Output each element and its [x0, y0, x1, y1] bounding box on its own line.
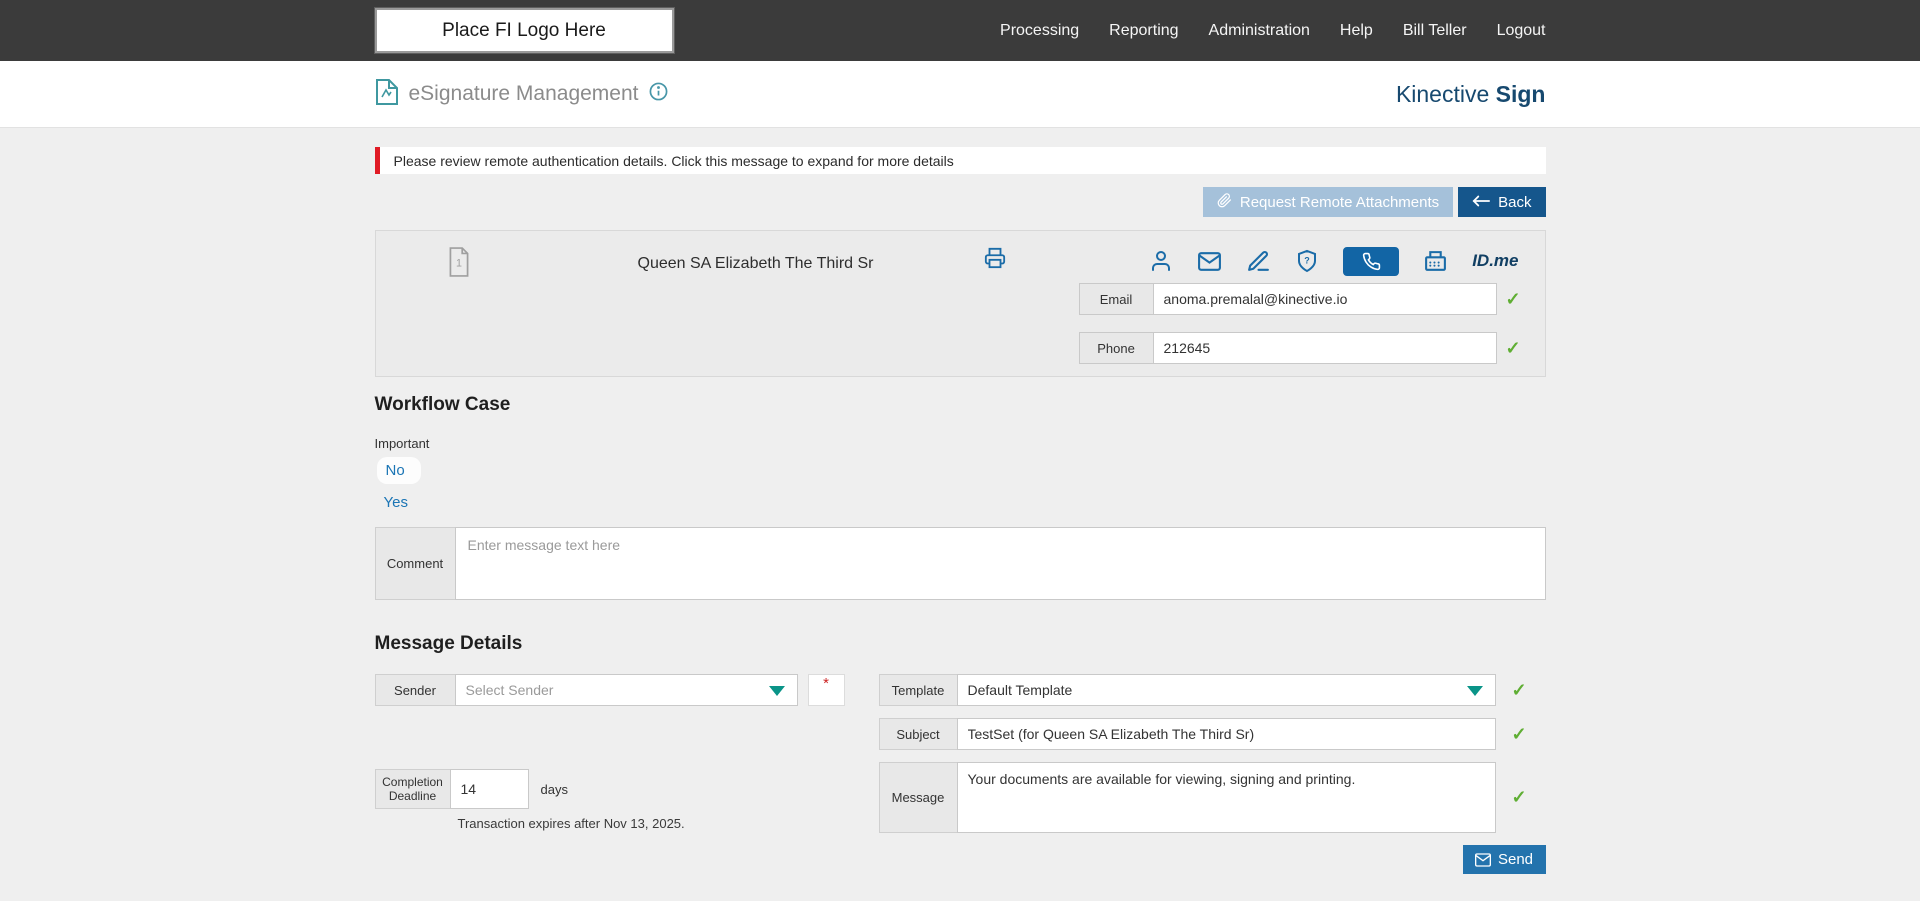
printer-icon[interactable] — [984, 247, 1006, 274]
paperclip-icon — [1217, 193, 1232, 212]
fi-logo-placeholder: Place FI Logo Here — [375, 8, 674, 53]
brand-bold: Sign — [1496, 81, 1546, 107]
request-remote-attachments-label: Request Remote Attachments — [1240, 194, 1439, 211]
info-icon[interactable] — [649, 82, 668, 106]
days-label: days — [541, 782, 568, 797]
comment-textarea[interactable] — [455, 527, 1546, 600]
template-row: Template Default Template ✓ — [879, 674, 1527, 706]
message-label: Message — [879, 762, 958, 833]
phone-valid-check-icon: ✓ — [1506, 332, 1521, 364]
svg-text:1: 1 — [456, 257, 462, 269]
phone-label: Phone — [1079, 332, 1154, 364]
idme-logo-light: me — [1494, 251, 1519, 271]
workflow-case-heading: Workflow Case — [375, 394, 1546, 416]
subject-row: Subject ✓ — [879, 718, 1527, 750]
message-details-heading: Message Details — [375, 633, 1546, 655]
template-select-value: Default Template — [968, 682, 1073, 698]
send-button-label: Send — [1498, 851, 1533, 868]
subject-input[interactable] — [957, 718, 1496, 750]
document-icon[interactable]: 1 — [446, 247, 472, 282]
important-option-yes[interactable]: Yes — [384, 494, 414, 511]
back-button[interactable]: Back — [1458, 187, 1545, 217]
message-valid-check-icon: ✓ — [1512, 787, 1527, 808]
important-option-no[interactable]: No — [377, 457, 421, 484]
idme-logo-bold: ID. — [1472, 251, 1494, 271]
delivery-channel-row: ? ID.me — [1149, 245, 1518, 277]
brand-logo: Kinective Sign — [1396, 81, 1546, 108]
fi-logo-text: Place FI Logo Here — [442, 20, 606, 42]
signature-icon[interactable] — [1246, 249, 1271, 274]
top-bar: Place FI Logo Here Processing Reporting … — [0, 0, 1920, 61]
nav-item-processing[interactable]: Processing — [1000, 22, 1079, 40]
security-question-icon[interactable]: ? — [1295, 249, 1319, 273]
back-button-label: Back — [1498, 194, 1531, 211]
email-channel-icon[interactable] — [1197, 249, 1222, 274]
send-button[interactable]: Send — [1463, 845, 1546, 874]
email-label: Email — [1079, 283, 1154, 315]
review-authentication-notification[interactable]: Please review remote authentication deta… — [375, 147, 1546, 174]
required-asterisk: * — [823, 679, 829, 689]
important-label: Important — [375, 436, 1546, 451]
sender-select-value: Select Sender — [466, 682, 554, 698]
send-envelope-icon — [1475, 853, 1491, 867]
email-row: Email ✓ — [1079, 283, 1521, 315]
esignature-document-icon — [375, 79, 399, 110]
chevron-down-icon — [1467, 686, 1483, 696]
completion-deadline-input[interactable] — [450, 769, 529, 809]
nav-item-reporting[interactable]: Reporting — [1109, 22, 1178, 40]
nav-item-administration[interactable]: Administration — [1209, 22, 1310, 40]
recipient-panel: 1 Queen SA Elizabeth The Third Sr ? — [375, 230, 1546, 377]
subject-valid-check-icon: ✓ — [1512, 724, 1527, 745]
template-select[interactable]: Default Template — [957, 674, 1496, 706]
nav-item-help[interactable]: Help — [1340, 22, 1373, 40]
page-header: eSignature Management Kinective Sign — [0, 61, 1920, 128]
top-navigation: Processing Reporting Administration Help… — [1000, 22, 1545, 40]
nav-item-user-bill-teller[interactable]: Bill Teller — [1403, 22, 1467, 40]
phone-sms-icon-selected[interactable] — [1343, 247, 1399, 276]
notification-text: Please review remote authentication deta… — [394, 153, 954, 169]
message-details-block: Sender Select Sender * Template Default … — [375, 655, 1546, 875]
sender-row: Sender Select Sender — [375, 674, 798, 706]
message-row: Message Your documents are available for… — [879, 762, 1527, 833]
chevron-down-icon — [769, 686, 785, 696]
brand-regular: Kinective — [1396, 81, 1489, 107]
idme-logo[interactable]: ID.me — [1472, 251, 1518, 271]
message-textarea[interactable]: Your documents are available for viewing… — [957, 762, 1496, 833]
transaction-expires-note: Transaction expires after Nov 13, 2025. — [458, 816, 685, 831]
page-title: eSignature Management — [409, 82, 639, 106]
phone-input[interactable] — [1153, 332, 1497, 364]
sender-select[interactable]: Select Sender — [455, 674, 798, 706]
in-person-icon[interactable] — [1149, 249, 1173, 273]
nav-item-logout[interactable]: Logout — [1497, 22, 1546, 40]
template-valid-check-icon: ✓ — [1512, 680, 1527, 701]
fax-icon[interactable] — [1423, 249, 1448, 274]
svg-text:?: ? — [1304, 256, 1310, 266]
completion-deadline-label: Completion Deadline — [375, 769, 451, 809]
email-input[interactable] — [1153, 283, 1497, 315]
template-label: Template — [879, 674, 958, 706]
actions-row: Request Remote Attachments Back — [375, 187, 1546, 217]
recipient-name: Queen SA Elizabeth The Third Sr — [638, 255, 874, 273]
sender-label: Sender — [375, 674, 456, 706]
subject-label: Subject — [879, 718, 958, 750]
request-remote-attachments-button[interactable]: Request Remote Attachments — [1203, 187, 1453, 217]
completion-deadline-row: Completion Deadline days — [375, 769, 568, 809]
sender-required-indicator: * — [808, 674, 845, 706]
back-arrow-icon — [1472, 194, 1490, 211]
comment-row: Comment — [375, 527, 1546, 600]
email-valid-check-icon: ✓ — [1506, 283, 1521, 315]
comment-label: Comment — [375, 527, 456, 600]
phone-row: Phone ✓ — [1079, 332, 1521, 364]
